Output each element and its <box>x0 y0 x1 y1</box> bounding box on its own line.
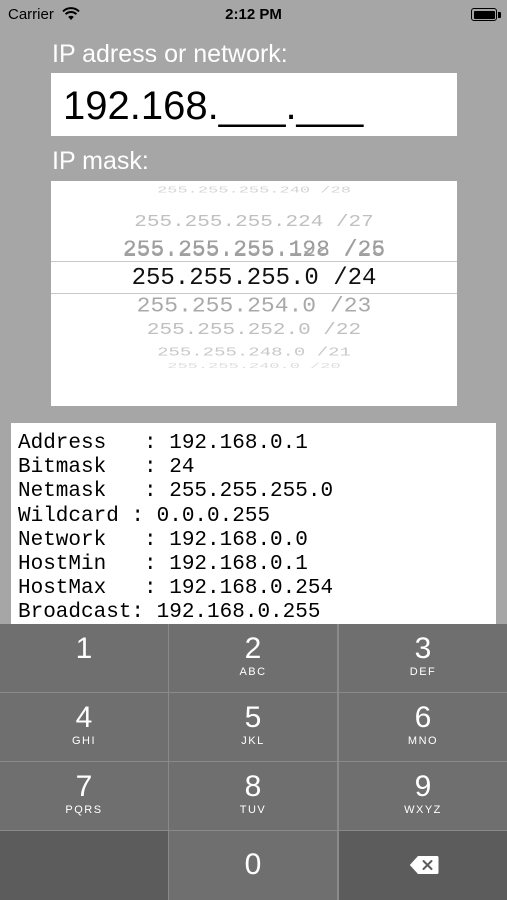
backspace-icon <box>409 856 439 874</box>
key-8[interactable]: 8 TUV <box>169 762 337 830</box>
calculation-results: Address : 192.168.0.1 Bitmask : 24 Netma… <box>11 423 496 638</box>
key-4[interactable]: 4 GHI <box>0 693 168 761</box>
status-time: 2:12 PM <box>225 6 282 23</box>
picker-option[interactable]: 255.255.248.0 /21 <box>51 345 457 359</box>
result-netmask: Netmask : 255.255.255.0 <box>18 480 334 504</box>
delete-key[interactable] <box>339 831 507 900</box>
result-bitmask: Bitmask : 24 <box>18 456 195 480</box>
key-5[interactable]: 5 JKL <box>169 693 337 761</box>
result-network: Network : 192.168.0.0 <box>18 528 308 552</box>
result-hostmax: HostMax : 192.168.0.254 <box>18 577 334 601</box>
key-2[interactable]: 2 ABC <box>169 624 337 692</box>
key-9[interactable]: 9 WXYZ <box>339 762 507 830</box>
key-7[interactable]: 7 PQRS <box>0 762 168 830</box>
result-broadcast: Broadcast: 192.168.0.255 <box>18 601 321 625</box>
ip-input-label: IP adress or network: <box>52 40 288 68</box>
picker-selected-option[interactable]: 255.255.255.0 /24 <box>51 261 457 294</box>
key-blank <box>0 831 168 900</box>
key-1[interactable]: 1 <box>0 624 168 692</box>
numeric-keypad: 1 2 ABC 3 DEF 4 GHI 5 JKL 6 MNO 7 PQRS 8… <box>0 624 507 900</box>
battery-cap <box>498 12 501 18</box>
picker-option[interactable]: 255.255.255.128 /25 <box>51 237 457 263</box>
result-hostmin: HostMin : 192.168.0.1 <box>18 552 308 576</box>
ip-mask-picker[interactable]: 255.255.255.240 /28 255.255.255.224 /27 … <box>51 181 457 406</box>
picker-option[interactable]: 255.255.254.0 /23 <box>51 294 457 318</box>
battery-icon <box>471 8 497 21</box>
key-6[interactable]: 6 MNO <box>339 693 507 761</box>
key-0[interactable]: 0 <box>169 831 337 900</box>
result-address: Address : 192.168.0.1 <box>18 432 308 455</box>
status-bar: Carrier 2:12 PM <box>0 0 507 30</box>
picker-option[interactable]: 255.255.252.0 /22 <box>51 321 457 339</box>
picker-option[interactable]: 255.255.255.240 /28 <box>51 185 457 195</box>
ip-address-input[interactable] <box>51 73 457 136</box>
picker-option[interactable]: 255.255.240.0 /20 <box>51 362 457 371</box>
ip-mask-label: IP mask: <box>52 147 149 175</box>
key-3[interactable]: 3 DEF <box>339 624 507 692</box>
picker-option[interactable]: 255.255.255.224 /27 <box>51 213 457 231</box>
result-wildcard: Wildcard : 0.0.0.255 <box>18 504 271 528</box>
